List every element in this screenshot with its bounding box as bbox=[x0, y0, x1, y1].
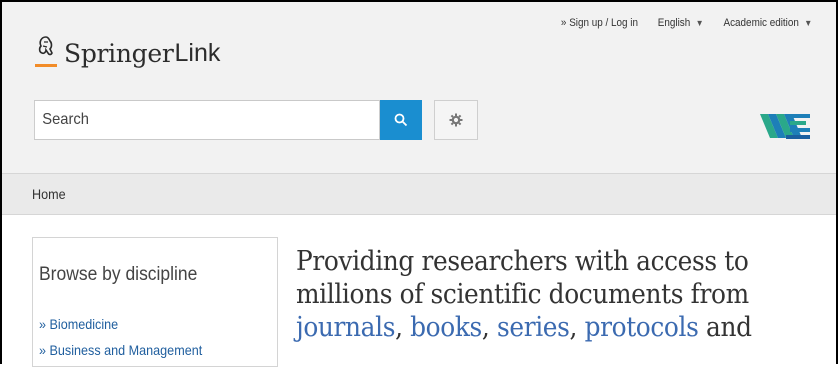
hero-line-2: millions of scientific documents from bbox=[296, 279, 749, 310]
breadcrumb-home[interactable]: Home bbox=[32, 186, 66, 202]
browse-by-discipline-panel: Browse by discipline » Biomedicine » Bus… bbox=[32, 237, 278, 367]
springer-horse-icon bbox=[35, 36, 57, 67]
breadcrumb: Home bbox=[2, 173, 836, 215]
protocols-link[interactable]: protocols bbox=[585, 312, 699, 343]
brand-link: Link bbox=[174, 38, 221, 67]
series-link[interactable]: series bbox=[497, 312, 570, 343]
journals-link[interactable]: journals bbox=[296, 312, 395, 343]
search-bar bbox=[34, 100, 478, 140]
hero-line-3: journals, books, series, protocols and bbox=[296, 311, 774, 344]
search-options-button[interactable] bbox=[434, 100, 478, 140]
search-input[interactable] bbox=[34, 100, 380, 140]
separator: , bbox=[481, 312, 497, 343]
caret-down-icon: ▼ bbox=[803, 18, 812, 28]
top-navigation: » Sign up / Log in English ▼ Academic edi… bbox=[561, 17, 812, 29]
language-selector[interactable]: English ▼ bbox=[657, 17, 703, 29]
hero-heading: Providing researchers with access to mil… bbox=[296, 245, 774, 344]
gear-icon bbox=[449, 113, 463, 127]
brand-springer: Springer bbox=[64, 38, 174, 68]
search-button[interactable] bbox=[380, 100, 422, 140]
site-header: Springer Link » Sign up / Log in English… bbox=[2, 2, 836, 173]
separator: , bbox=[395, 312, 411, 343]
hero-line-1: Providing researchers with access to bbox=[296, 246, 749, 277]
sidebar-title: Browse by discipline bbox=[39, 264, 198, 285]
and-text: and bbox=[698, 312, 752, 343]
springerlink-logo[interactable]: Springer Link bbox=[34, 32, 220, 74]
partner-logo bbox=[760, 114, 810, 139]
caret-down-icon: ▼ bbox=[695, 18, 704, 28]
separator: , bbox=[569, 312, 585, 343]
search-icon bbox=[394, 113, 408, 127]
edition-label: Academic edition bbox=[723, 17, 799, 29]
signup-login-link[interactable]: » Sign up / Log in bbox=[561, 17, 638, 29]
edition-selector[interactable]: Academic edition ▼ bbox=[723, 17, 812, 29]
sidebar-item-biomedicine[interactable]: » Biomedicine bbox=[39, 316, 118, 332]
books-link[interactable]: books bbox=[410, 312, 482, 343]
sidebar-item-business-and-management[interactable]: » Business and Management bbox=[39, 342, 202, 358]
language-label: English bbox=[657, 17, 690, 29]
